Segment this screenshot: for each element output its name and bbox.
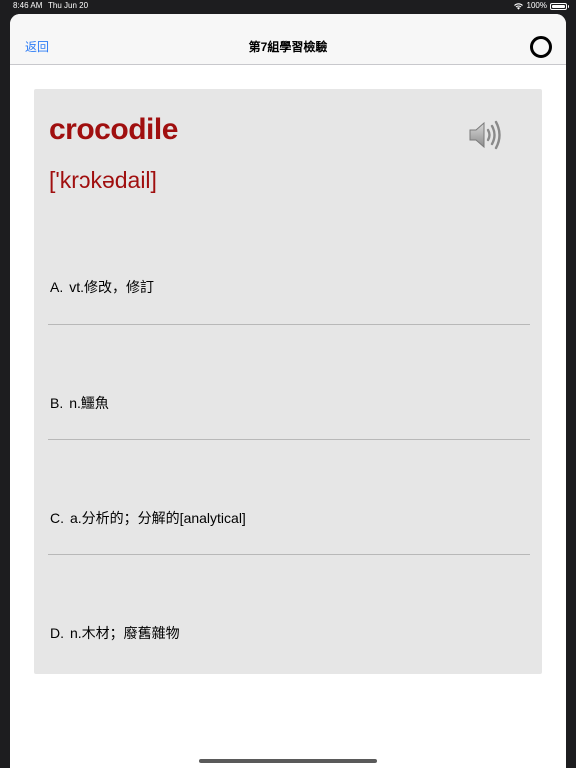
answer-option-c[interactable]: C. a.分析的；分解的[analytical] bbox=[48, 440, 530, 555]
phonetic-transcription: ['krɔkədail] bbox=[49, 167, 157, 193]
answer-option-d[interactable]: D. n.木材；廢舊雜物 bbox=[48, 555, 530, 670]
navigation-bar: 返回 第7組學習檢驗 bbox=[10, 14, 566, 65]
option-letter: D. bbox=[50, 625, 64, 641]
vocabulary-word: crocodile bbox=[49, 113, 178, 146]
wifi-icon bbox=[513, 2, 524, 10]
option-text: n.木材；廢舊雜物 bbox=[70, 625, 180, 641]
option-letter: B. bbox=[50, 395, 64, 411]
answer-option-b[interactable]: B. n.鱷魚 bbox=[48, 325, 530, 440]
home-indicator bbox=[199, 759, 377, 763]
option-letter: A. bbox=[50, 279, 64, 295]
option-letter: C. bbox=[50, 510, 64, 526]
status-right: 100% bbox=[513, 0, 569, 12]
status-date: Thu Jun 20 bbox=[48, 1, 89, 10]
battery-icon bbox=[550, 2, 569, 10]
page-title: 第7組學習檢驗 bbox=[248, 40, 328, 54]
status-time: 8:46 AM bbox=[13, 1, 43, 10]
status-bar: 8:46 AM Thu Jun 20 100% bbox=[0, 0, 576, 14]
option-text: a.分析的；分解的[analytical] bbox=[70, 510, 246, 526]
quiz-card: crocodile ['krɔkədail] A. vt.修改，修訂 B. n.… bbox=[34, 89, 542, 674]
circle-icon[interactable] bbox=[530, 36, 552, 58]
battery-percent: 100% bbox=[526, 1, 547, 10]
speaker-icon[interactable] bbox=[466, 119, 506, 151]
answer-option-a[interactable]: A. vt.修改，修訂 bbox=[48, 209, 530, 324]
option-text: vt.修改，修訂 bbox=[69, 279, 155, 295]
option-text: n.鱷魚 bbox=[69, 395, 109, 411]
modal-sheet: 返回 第7組學習檢驗 crocodile ['krɔkədail] A. vt.… bbox=[10, 14, 566, 768]
